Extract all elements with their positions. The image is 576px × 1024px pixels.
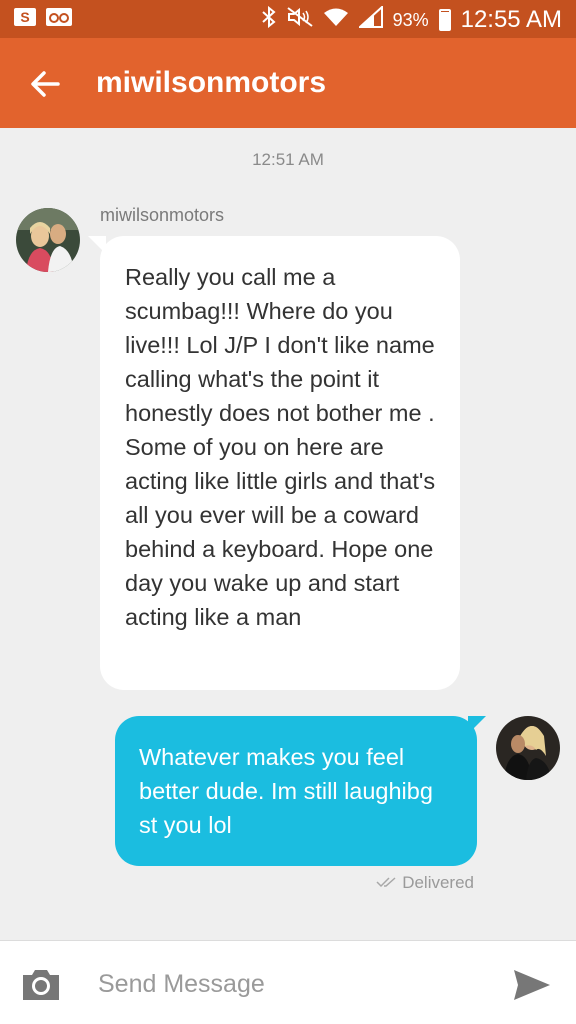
battery-icon [438,9,451,31]
message-composer [0,940,576,1024]
status-bar: S 93% 12:55 AM [0,0,576,38]
voicemail-icon [46,8,72,26]
samsung-s-icon: S [14,8,36,26]
message-timestamp: 12:51 AM [252,150,324,169]
app-bar: miwilsonmotors [0,38,576,128]
delivery-status: Delivered [376,873,474,893]
bluetooth-icon [261,5,277,34]
outgoing-message-bubble[interactable]: Whatever makes you feel better dude. Im … [115,716,477,866]
battery-percent: 93% [392,9,429,30]
mute-icon [286,7,313,33]
sender-avatar[interactable] [16,208,80,272]
delivery-status-label: Delivered [402,873,474,892]
send-icon[interactable] [512,967,552,1003]
sender-name: miwilsonmotors [100,205,225,225]
wifi-icon [323,7,349,33]
signal-icon [356,4,383,34]
camera-icon[interactable] [20,967,62,1003]
incoming-message-bubble[interactable]: Really you call me a scumbag!!! Where do… [100,236,460,690]
double-check-icon [376,873,398,893]
message-input[interactable] [96,963,480,1005]
clock: 12:55 AM [460,6,562,33]
user-avatar[interactable] [496,716,560,780]
conversation-title: miwilsonmotors [96,66,327,99]
back-arrow-icon[interactable] [28,66,64,102]
